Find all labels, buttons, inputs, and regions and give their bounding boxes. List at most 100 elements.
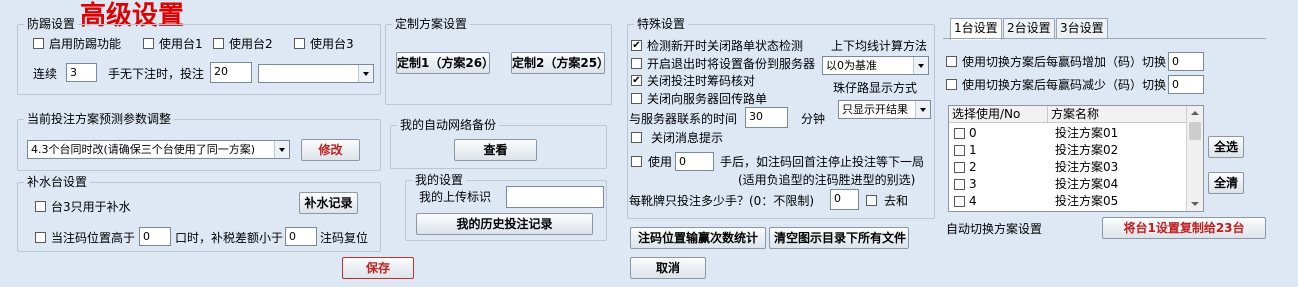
- reset-label: 注码复位: [320, 231, 369, 245]
- tab-tai1[interactable]: 1台设置: [950, 18, 1002, 40]
- predict-select[interactable]: 4.3个台同时改(请确保三个台使用了同一方案): [27, 140, 290, 159]
- bead-display-value: 只显示开结果: [842, 103, 908, 116]
- scroll-down-icon[interactable]: [1187, 197, 1203, 211]
- save-button[interactable]: 保存: [342, 257, 414, 279]
- plan-list-header-name[interactable]: 方案名称: [1048, 106, 1188, 123]
- remove-tie-label: 去和: [884, 194, 909, 208]
- anti-kick-title: 防踢设置: [24, 17, 79, 31]
- remove-tie-checkbox[interactable]: [866, 195, 877, 206]
- close-message-label: 关闭消息提示: [651, 131, 724, 145]
- row-plan-name: 投注方案05: [1055, 194, 1119, 208]
- list-item[interactable]: 1 投注方案02: [949, 142, 1185, 159]
- custom-plan-title: 定制方案设置: [392, 17, 471, 31]
- increase-switch-checkbox[interactable]: [946, 56, 957, 67]
- row-checkbox[interactable]: [954, 128, 965, 139]
- bushui-record-button[interactable]: 补水记录: [299, 192, 358, 214]
- row-checkbox[interactable]: [954, 179, 965, 190]
- plan-list-header-no[interactable]: 选择使用/No: [949, 106, 1048, 123]
- consecutive-input[interactable]: 3: [66, 63, 97, 82]
- avg-method-select[interactable]: 以0为基准: [822, 56, 929, 75]
- use-stop-checkbox[interactable]: [631, 156, 642, 167]
- tax-diff-input[interactable]: 0: [285, 227, 317, 246]
- consecutive-label: 连续: [33, 67, 58, 81]
- server-time-label: 与服务器联系的时间: [629, 112, 738, 126]
- anti-kick-select[interactable]: [258, 64, 374, 83]
- use-tai1-checkbox[interactable]: [143, 38, 154, 49]
- modify-button[interactable]: 修改: [301, 139, 360, 161]
- detect-new-label: 检测新开时关闭路单状态检测: [647, 39, 804, 53]
- use-tai3-checkbox[interactable]: [294, 38, 305, 49]
- auto-switch-label: 自动切换方案设置: [946, 222, 1043, 236]
- upload-id-input[interactable]: [506, 186, 604, 208]
- list-item[interactable]: 3 投注方案04: [949, 176, 1185, 193]
- close-message-checkbox[interactable]: [631, 132, 642, 143]
- row-checkbox[interactable]: [954, 196, 965, 207]
- chevron-down-icon: [915, 101, 930, 118]
- row-number: 0: [969, 126, 977, 140]
- avg-method-label: 上下均线计算方法: [831, 39, 928, 53]
- list-item[interactable]: 4 投注方案05: [949, 193, 1185, 210]
- decrease-switch-checkbox[interactable]: [946, 79, 957, 90]
- max-hands-label: 每靴牌只投注多少手？(0：不限制): [629, 194, 814, 208]
- custom1-button[interactable]: 定制1（方案26）: [396, 52, 490, 74]
- stats-button[interactable]: 注码位置输赢次数统计: [630, 227, 766, 249]
- increase-switch-input[interactable]: 0: [1168, 52, 1204, 71]
- history-button[interactable]: 我的历史投注记录: [416, 213, 593, 235]
- only-tai3-checkbox[interactable]: [35, 201, 46, 212]
- no-bet-hands-label: 手无下注时，投注: [108, 67, 205, 81]
- close-upload-road-label: 关闭向服务器回传路单: [647, 92, 768, 106]
- clear-all-button[interactable]: 全清: [1208, 172, 1244, 194]
- detect-new-checkbox[interactable]: ✔: [631, 40, 642, 51]
- position-threshold-input[interactable]: 0: [139, 227, 171, 246]
- auto-backup-title: 我的自动网络备份: [397, 118, 500, 132]
- use-tai1-label: 使用台1: [159, 37, 203, 51]
- tab-tai3[interactable]: 3台设置: [1056, 18, 1108, 38]
- decrease-switch-input[interactable]: 0: [1168, 75, 1204, 94]
- clear-dir-button[interactable]: 清空图示目录下所有文件: [769, 227, 909, 249]
- plan-list[interactable]: 选择使用/No 方案名称 0 投注方案01 1 投注方案02 2 投注方案03 …: [948, 105, 1204, 212]
- row-number: 1: [969, 143, 977, 157]
- chevron-down-icon: [274, 141, 289, 158]
- list-item[interactable]: 2 投注方案03: [949, 159, 1185, 176]
- list-item[interactable]: 0 投注方案01: [949, 125, 1185, 142]
- server-time-input[interactable]: 30: [745, 107, 788, 128]
- anti-kick-group: 防踢设置: [17, 17, 381, 95]
- enable-anti-kick-checkbox[interactable]: [33, 38, 44, 49]
- kou-label: 口时，补税差额小于: [175, 231, 284, 245]
- row-plan-name: 投注方案04: [1055, 177, 1119, 191]
- bet-amount-input[interactable]: 20: [210, 62, 252, 83]
- enable-anti-kick-label: 启用防踢功能: [49, 37, 122, 51]
- use-tai3-label: 使用台3: [310, 37, 354, 51]
- position-threshold-checkbox[interactable]: [35, 232, 46, 243]
- increase-switch-label: 使用切换方案后每赢码增加（码）切换: [962, 55, 1167, 69]
- use-stop-input[interactable]: 0: [675, 152, 714, 171]
- scroll-thumb[interactable]: [1189, 122, 1201, 140]
- row-checkbox[interactable]: [954, 162, 965, 173]
- view-backup-button[interactable]: 查看: [454, 139, 537, 161]
- use-stop-label: 使用: [648, 155, 673, 169]
- close-upload-road-checkbox[interactable]: [631, 93, 642, 104]
- minute-label: 分钟: [801, 112, 826, 126]
- close-chip-check-checkbox[interactable]: ✔: [631, 75, 642, 86]
- scroll-up-icon[interactable]: [1187, 106, 1203, 120]
- bead-display-select[interactable]: 只显示开结果: [838, 100, 931, 119]
- max-hands-input[interactable]: 0: [830, 189, 859, 210]
- row-checkbox[interactable]: [954, 145, 965, 156]
- row-plan-name: 投注方案02: [1055, 143, 1119, 157]
- backup-on-exit-checkbox[interactable]: [631, 58, 642, 69]
- decrease-switch-label: 使用切换方案后每赢码减少（码）切换: [962, 78, 1167, 92]
- select-all-button[interactable]: 全选: [1208, 136, 1244, 158]
- copy-settings-button[interactable]: 将台1设置复制给23台: [1102, 217, 1266, 239]
- chevron-down-icon: [358, 65, 373, 82]
- special-title: 特殊设置: [634, 17, 689, 31]
- tab-tai2[interactable]: 2台设置: [1003, 18, 1055, 38]
- use-tai2-checkbox[interactable]: [213, 38, 224, 49]
- plan-list-scrollbar[interactable]: [1186, 106, 1203, 211]
- cancel-button[interactable]: 取消: [630, 257, 706, 279]
- hint-label: (适用负追型的注码胜进型的别选): [738, 173, 916, 187]
- custom2-button[interactable]: 定制2（方案25）: [511, 52, 605, 74]
- use-tai2-label: 使用台2: [229, 37, 273, 51]
- bushui-title: 补水台设置: [24, 175, 91, 189]
- row-number: 2: [969, 160, 977, 174]
- row-number: 4: [969, 194, 977, 208]
